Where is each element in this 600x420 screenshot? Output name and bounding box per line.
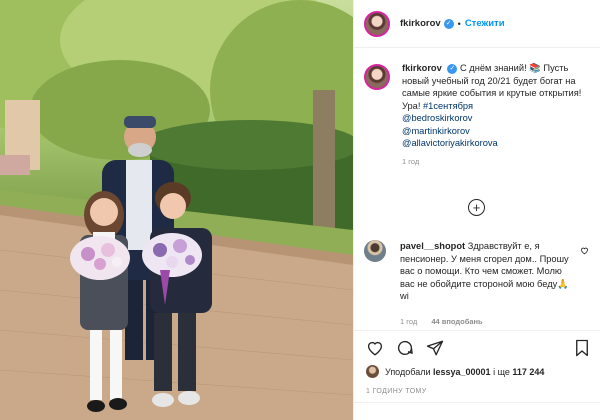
comment-timestamp[interactable]: 1 год [400,317,417,326]
caption-greeting: С днём знаний! [459,63,527,73]
post-details-panel: fkirkorov ✓ • Стежити fkirkorov ✓ С днём… [353,0,600,420]
post-header: fkirkorov ✓ • Стежити [354,0,600,48]
comment-body: pavel__shopot Здравствуйт е, я пенсионер… [400,240,576,303]
action-bar [354,330,600,366]
post-timestamp[interactable]: 1 ГОДИНУ ТОМУ [366,388,427,395]
liker-avatar[interactable] [366,365,379,378]
photo-scene [0,0,353,420]
load-more-comments-button[interactable]: + [468,199,485,216]
mention-link[interactable]: @martinkirkorov [402,125,592,138]
author-avatar[interactable] [364,10,390,37]
caption-verified-badge-icon: ✓ [447,63,458,74]
heart-icon[interactable] [366,339,384,357]
likes-prefix: Уподобали [385,366,431,377]
liker-username[interactable]: lessya_00001 [433,367,491,377]
caption-hashtag[interactable]: #1сентября [423,101,473,111]
comment-icon[interactable] [396,339,414,357]
share-icon[interactable] [426,339,444,357]
likes-count[interactable]: 117 244 [512,367,544,377]
caption-author-avatar[interactable] [364,64,390,90]
post-caption: fkirkorov ✓ С днём знаний! 📚 Пусть новый… [364,62,596,168]
divider [354,402,600,403]
comment-like-count[interactable]: 44 вподобань [431,317,482,326]
separator-dot: • [457,18,461,29]
post-photo[interactable] [0,0,353,420]
comment-like-heart-icon[interactable] [580,246,589,255]
follow-button[interactable]: Стежити [465,18,505,29]
comment-item: pavel__shopot Здравствуйт е, я пенсионер… [364,240,596,326]
commenter-username[interactable]: pavel__shopot [400,241,465,251]
books-emoji-icon: 📚 [529,63,541,73]
mention-link[interactable]: @allavictoriyakirkorova [402,137,592,150]
caption-body: fkirkorov ✓ С днём знаний! 📚 Пусть новый… [402,62,592,168]
likes-summary: Уподобали lessya_00001 і ще 117 244 [366,365,544,378]
comment-meta: 1 год 44 вподобань [400,317,596,326]
mention-link[interactable]: @bedroskirkorov [402,112,592,125]
likes-middle: і ще [493,366,510,377]
commenter-avatar[interactable] [364,240,386,262]
author-username[interactable]: fkirkorov [400,18,441,29]
verified-badge-icon: ✓ [443,18,454,29]
caption-username[interactable]: fkirkorov [402,63,442,73]
caption-timestamp[interactable]: 1 год [402,156,592,169]
bookmark-icon[interactable] [574,339,590,357]
